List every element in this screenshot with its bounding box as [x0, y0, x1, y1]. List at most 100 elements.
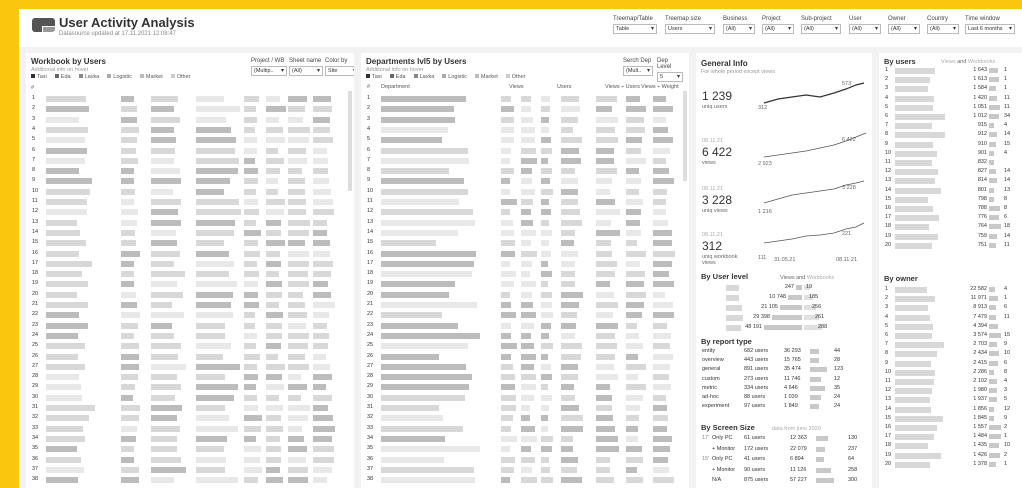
workbook-row-cell[interactable] — [313, 302, 335, 308]
department-row-cell[interactable] — [541, 456, 550, 463]
department-row-cell[interactable] — [381, 466, 474, 473]
workbook-row-cell[interactable] — [244, 405, 259, 411]
workbook-row-cell[interactable] — [121, 260, 134, 267]
department-row-cell[interactable] — [653, 126, 668, 133]
department-row-cell[interactable] — [521, 353, 537, 360]
workbook-row-cell[interactable] — [151, 477, 174, 484]
department-row-cell[interactable] — [561, 425, 583, 432]
department-row-cell[interactable] — [541, 126, 549, 133]
workbook-row-cell[interactable] — [151, 425, 180, 432]
by_owner-name[interactable] — [895, 434, 934, 441]
workbook-row-cell[interactable] — [313, 446, 335, 453]
workbook-row-cell[interactable] — [244, 363, 257, 370]
workbook-row-cell[interactable] — [313, 106, 333, 113]
workbook-row-cell[interactable] — [196, 405, 226, 411]
by_owner-name[interactable] — [895, 452, 941, 459]
workbook-row-cell[interactable] — [46, 137, 85, 144]
department-row-cell[interactable] — [561, 477, 583, 484]
departments-scrollbar[interactable] — [683, 91, 687, 181]
department-row-cell[interactable] — [596, 343, 617, 350]
department-row-cell[interactable] — [521, 147, 537, 154]
workbook-row-cell[interactable] — [288, 229, 310, 236]
department-row-cell[interactable] — [653, 353, 673, 360]
workbook-row-cell[interactable] — [151, 126, 174, 133]
workbook-row-cell[interactable] — [196, 477, 238, 484]
workbook-row-cell[interactable] — [151, 446, 177, 453]
workbook-row-cell[interactable] — [151, 250, 180, 257]
department-row-cell[interactable] — [596, 96, 618, 102]
workbook-row-cell[interactable] — [313, 157, 329, 164]
workbook-row-cell[interactable] — [288, 363, 309, 370]
department-row-cell[interactable] — [653, 199, 666, 205]
workbook-row-cell[interactable] — [266, 168, 281, 175]
by_users-name[interactable] — [895, 77, 930, 84]
department-row-cell[interactable] — [561, 260, 575, 267]
workbook-row-cell[interactable] — [151, 116, 180, 123]
workbook-row-cell[interactable] — [46, 456, 81, 463]
workbook-row-cell[interactable] — [266, 425, 284, 432]
department-row-cell[interactable] — [596, 240, 611, 247]
department-row-cell[interactable] — [561, 137, 582, 144]
department-row-cell[interactable] — [521, 363, 534, 370]
workbook-row-cell[interactable] — [196, 106, 240, 113]
workbook-row-cell[interactable] — [313, 188, 331, 195]
department-row-cell[interactable] — [561, 199, 578, 205]
department-row-cell[interactable] — [381, 199, 460, 205]
by_owner-name[interactable] — [895, 287, 928, 293]
by_users-name[interactable] — [895, 178, 936, 185]
department-row-cell[interactable] — [541, 394, 552, 401]
workbook-row-cell[interactable] — [196, 322, 226, 329]
workbook-row-cell[interactable] — [288, 240, 305, 247]
workbook-row-cell[interactable] — [196, 425, 238, 432]
workbook-row-cell[interactable] — [46, 126, 89, 133]
workbook-row-cell[interactable] — [313, 219, 327, 226]
workbook-row-cell[interactable] — [313, 250, 330, 257]
department-row-cell[interactable] — [501, 281, 514, 288]
department-row-cell[interactable] — [501, 157, 511, 164]
department-row-cell[interactable] — [541, 322, 551, 329]
workbook-row-cell[interactable] — [121, 425, 138, 432]
workbook-row-cell[interactable] — [196, 343, 232, 350]
workbook-row-cell[interactable] — [151, 435, 178, 442]
workbook-row-cell[interactable] — [266, 106, 286, 113]
department-row-cell[interactable] — [381, 384, 470, 391]
workbook-row-cell[interactable] — [46, 219, 78, 226]
workbook-row-cell[interactable] — [313, 168, 329, 175]
department-row-cell[interactable] — [541, 168, 552, 175]
department-row-cell[interactable] — [626, 168, 640, 175]
department-row-cell[interactable] — [541, 446, 552, 453]
department-row-cell[interactable] — [626, 466, 638, 473]
department-row-cell[interactable] — [541, 343, 553, 350]
by_users-name[interactable] — [895, 95, 934, 102]
department-row-cell[interactable] — [626, 415, 640, 422]
workbook-row-cell[interactable] — [46, 405, 95, 411]
filter-select[interactable]: (Mult.. — [623, 66, 653, 76]
department-row-cell[interactable] — [501, 291, 510, 298]
workbook-row-cell[interactable] — [313, 199, 334, 205]
department-row-cell[interactable] — [653, 384, 672, 391]
by_users-name[interactable] — [895, 233, 938, 240]
department-row-cell[interactable] — [521, 96, 531, 102]
workbook-row-cell[interactable] — [266, 415, 281, 422]
workbook-row-cell[interactable] — [151, 353, 178, 360]
workbook-row-cell[interactable] — [288, 466, 309, 473]
department-row-cell[interactable] — [501, 425, 511, 432]
by_owner-name[interactable] — [895, 397, 931, 404]
workbook-row-cell[interactable] — [121, 96, 134, 102]
department-row-cell[interactable] — [561, 219, 582, 226]
department-row-cell[interactable] — [596, 291, 615, 298]
department-row-cell[interactable] — [381, 157, 470, 164]
workbook-row-cell[interactable] — [121, 126, 140, 133]
department-row-cell[interactable] — [561, 384, 575, 391]
department-row-cell[interactable] — [596, 332, 615, 339]
workbook-row-cell[interactable] — [288, 219, 310, 226]
workbook-row-cell[interactable] — [244, 199, 259, 205]
workbook-row-cell[interactable] — [288, 96, 307, 102]
workbook-row-cell[interactable] — [288, 199, 306, 205]
workbook-row-cell[interactable] — [46, 199, 87, 205]
department-row-cell[interactable] — [521, 126, 535, 133]
department-row-cell[interactable] — [541, 199, 549, 205]
by_owner-name[interactable] — [895, 360, 932, 367]
workbook-row-cell[interactable] — [313, 425, 335, 432]
department-row-cell[interactable] — [626, 250, 646, 257]
